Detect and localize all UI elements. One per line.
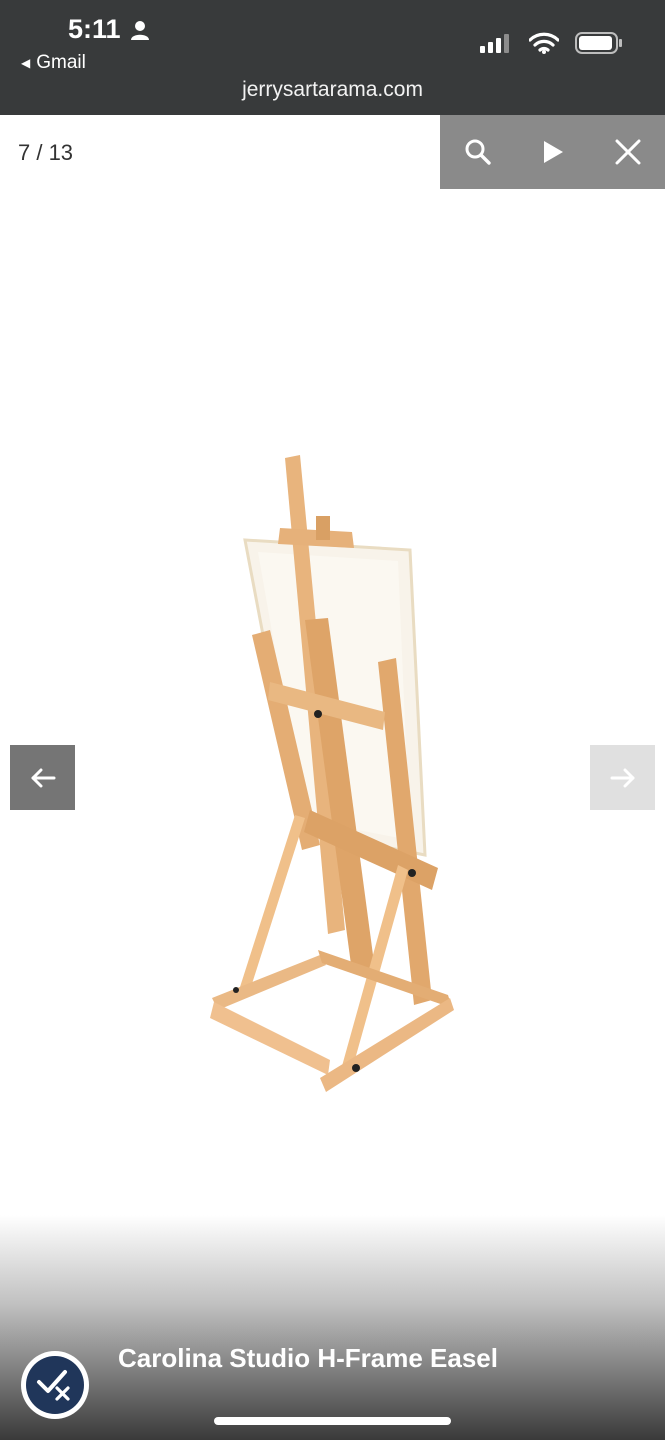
gallery-toolbar <box>440 115 665 189</box>
badge-inner <box>26 1356 84 1414</box>
play-icon <box>543 141 563 163</box>
badge-button[interactable] <box>21 1351 89 1419</box>
person-icon <box>130 20 149 40</box>
search-button[interactable] <box>458 132 498 172</box>
play-button[interactable] <box>533 132 573 172</box>
image-caption: Carolina Studio H-Frame Easel <box>118 1343 498 1373</box>
back-triangle-icon: ◀ <box>21 56 31 70</box>
image-counter: 7 / 13 <box>18 140 74 165</box>
check-x-icon <box>37 1370 70 1401</box>
easel-product-image <box>210 455 454 1092</box>
back-to-app-link[interactable]: ◀ Gmail <box>21 52 86 74</box>
home-indicator[interactable] <box>214 1417 451 1425</box>
status-icons <box>480 31 623 55</box>
arrow-right-icon <box>610 768 634 787</box>
clock-time: 5:11 <box>68 14 121 44</box>
previous-image-button[interactable] <box>10 745 75 810</box>
caption-gradient <box>0 1215 665 1440</box>
status-bar: 5:11 ◀ Gmail jerrysartarama.com <box>0 0 665 115</box>
signal-icon <box>480 34 509 53</box>
battery-icon <box>575 32 622 54</box>
back-app-label: Gmail <box>36 52 86 73</box>
close-button[interactable] <box>608 132 648 172</box>
next-image-button[interactable] <box>590 745 655 810</box>
clock: 5:11 <box>68 14 151 45</box>
url-bar[interactable]: jerrysartarama.com <box>0 78 665 102</box>
arrow-left-icon <box>31 768 55 787</box>
wifi-icon <box>529 32 559 54</box>
close-icon <box>615 139 640 165</box>
search-icon <box>465 139 491 165</box>
